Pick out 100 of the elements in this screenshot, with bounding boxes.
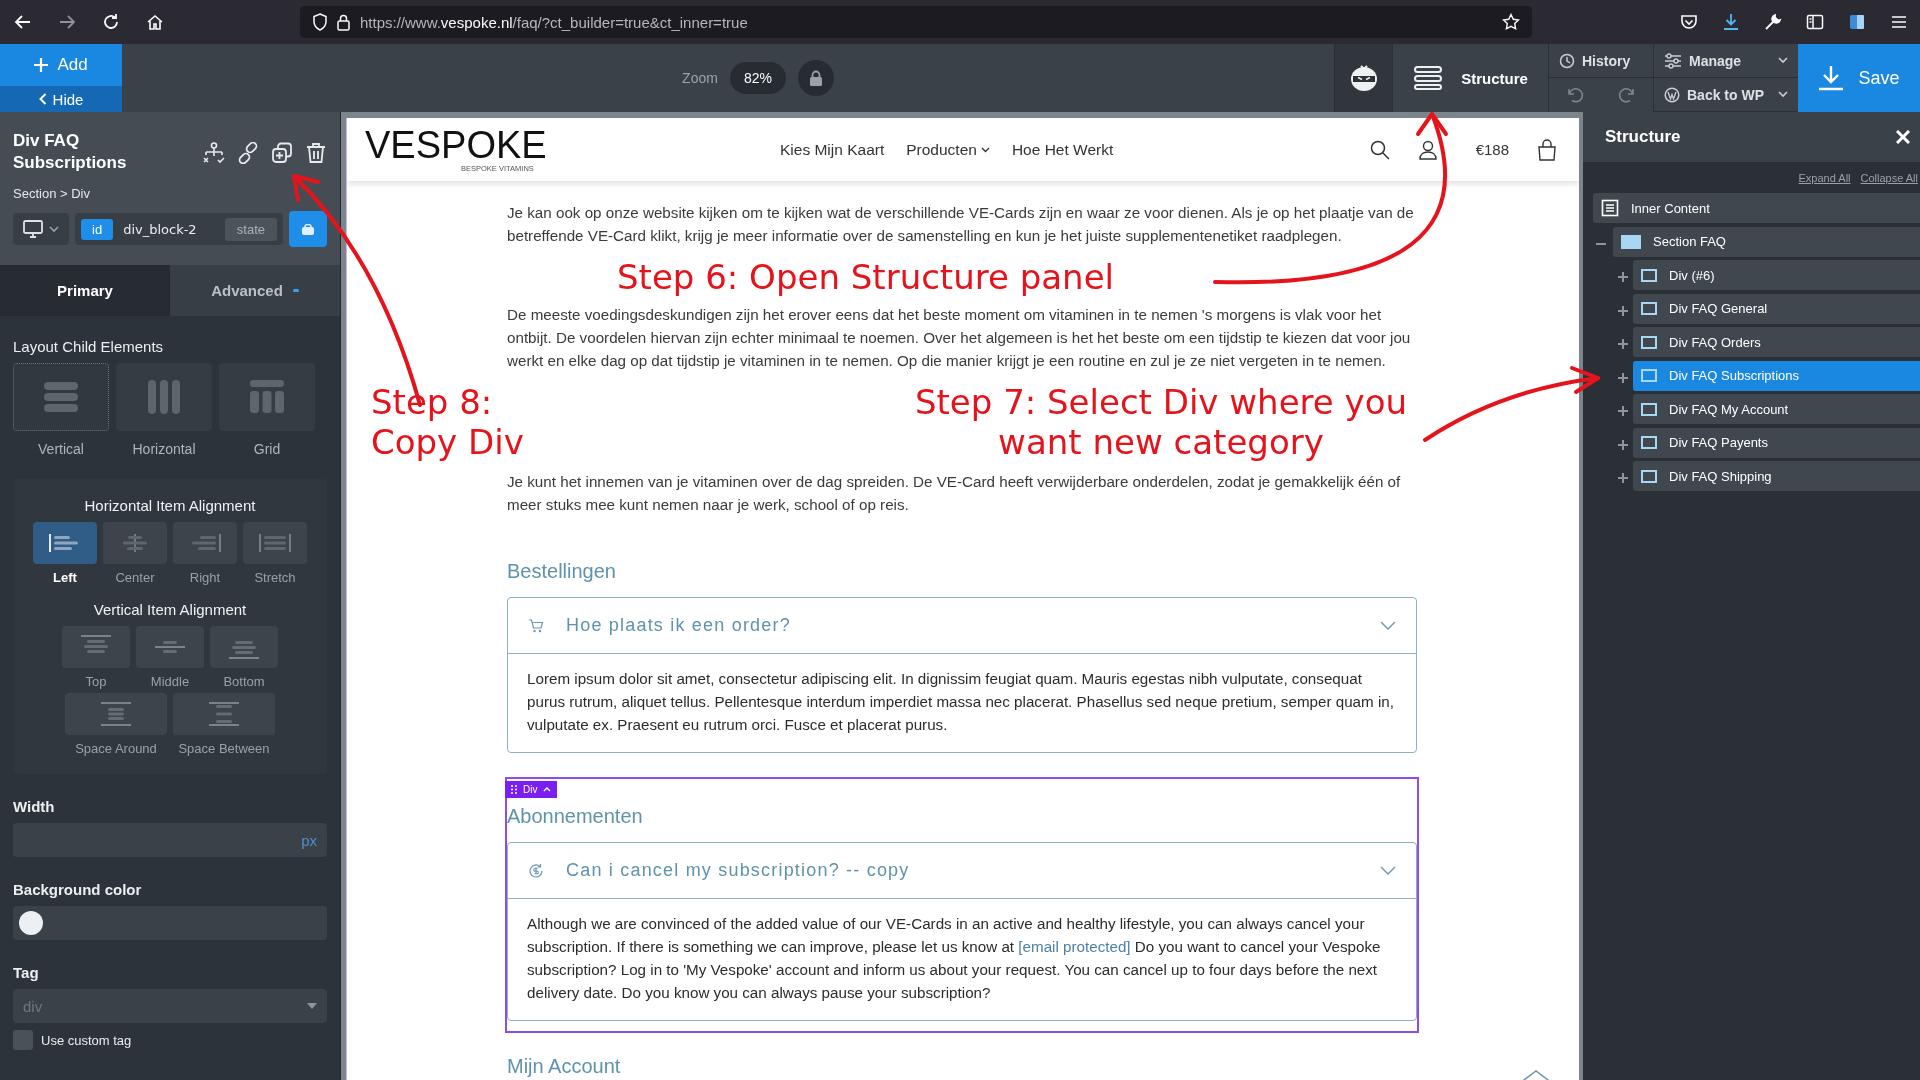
section-label: Layout Child Elements (13, 338, 165, 355)
link-icon[interactable] (237, 142, 259, 164)
category-heading: Bestellingen (507, 560, 617, 583)
chevron-down-icon (1778, 57, 1788, 64)
hide-button[interactable]: Hide (0, 86, 122, 112)
id-badge: id (81, 218, 114, 240)
shopping-bag-icon[interactable] (1537, 138, 1557, 161)
collapse-all-link[interactable]: Collapse All (1860, 172, 1918, 184)
panel-title: Structure (1605, 127, 1681, 147)
columns-icon (147, 380, 181, 414)
structure-item[interactable]: Div FAQ General (1633, 293, 1920, 324)
structure-item[interactable]: Div FAQ Orders (1633, 327, 1920, 357)
undo-icon[interactable] (1566, 87, 1584, 103)
email-link[interactable]: [email protected] (1018, 938, 1131, 955)
indicator-icon (292, 289, 299, 292)
question-text: Can i cancel my subscription? -- copy (566, 860, 910, 881)
div-icon (1641, 335, 1657, 349)
add-button[interactable]: Add (0, 44, 122, 86)
home-icon[interactable] (146, 13, 164, 31)
alignment-option-button[interactable] (62, 626, 130, 668)
annotation-text: Copy Div (371, 422, 524, 462)
nav-link[interactable]: Kies Mijn Kaart (780, 140, 885, 159)
chevron-down-icon (49, 225, 59, 233)
div-icon (1641, 268, 1657, 282)
annotation-text: Step 8: (371, 382, 494, 422)
option-label: Right (189, 570, 221, 585)
annotation-text: Step 7: Select Div where you (914, 382, 1407, 422)
menu-icon[interactable] (1890, 13, 1908, 31)
caret-icon (307, 1003, 317, 1009)
checkbox-label: Use custom tag (41, 1032, 132, 1048)
trash-icon[interactable] (305, 142, 327, 164)
alignment-option-button[interactable] (136, 626, 204, 668)
nav-link[interactable]: Producten (906, 140, 990, 159)
alignment-option-button[interactable] (243, 522, 307, 564)
wordpress-logo-icon (1664, 86, 1680, 103)
device-dropdown[interactable] (13, 213, 69, 245)
alignment-option-button[interactable] (33, 522, 97, 564)
structure-item[interactable]: Div (#6) (1633, 260, 1920, 290)
user-icon[interactable] (1417, 139, 1438, 160)
search-icon[interactable] (1369, 139, 1390, 160)
forward-icon[interactable] (58, 13, 76, 31)
star-icon[interactable] (1502, 13, 1520, 31)
drag-handle-icon (511, 785, 517, 794)
structure-item[interactable]: Inner Content (1593, 193, 1920, 223)
plus-icon (34, 58, 49, 72)
state-button[interactable]: state (224, 217, 277, 241)
answer-text: Although we are convinced of the added value of our VE-Cards in an active and healthy lifestyle, you can always cancel your subscription. If there is something we can improve, please let us know at [email protected] Do you want to cancel your Vespoke subscription? Log in to 'My Vespoke' account and inform us about your request. You can cancel up to four days before the next delivery date. Do you know you can always pause your subscription? (526, 914, 1382, 1003)
back-to-wp-button[interactable]: Back to WP (1653, 78, 1798, 112)
alignment-icon (258, 534, 292, 552)
zoom-value[interactable]: 82% (729, 62, 786, 94)
caret-icon (543, 787, 552, 792)
color-swatch-icon[interactable] (19, 911, 43, 935)
chevron-down-icon (1380, 866, 1396, 875)
alignment-option-button[interactable] (173, 693, 275, 735)
structure-item[interactable]: Div FAQ My Account (1633, 394, 1920, 424)
field-label: Tag (13, 964, 40, 981)
pocket-icon[interactable] (1680, 13, 1698, 31)
address-bar[interactable]: https://www.vespoke.nl/faq/?ct_builder=true&ct_inner=true (300, 6, 1532, 38)
chevron-left-icon (38, 93, 47, 105)
site-logo[interactable]: VESPOKE (365, 126, 665, 164)
close-icon[interactable] (1896, 130, 1910, 144)
option-label: Left (53, 570, 77, 585)
faq-category-block[interactable] (505, 777, 1419, 1033)
alignment-icon (207, 701, 241, 727)
section-label: Horizontal Item Alignment (84, 497, 256, 514)
alignment-option-button[interactable] (65, 693, 167, 735)
document-icon (1601, 199, 1619, 217)
clock-icon (1559, 52, 1575, 69)
lock-toggle-button[interactable] (289, 211, 327, 247)
properties-tab[interactable]: Primary (0, 265, 170, 316)
redo-icon[interactable] (1618, 87, 1636, 103)
option-label: Grid (253, 441, 281, 457)
cart-total: €188 (1475, 141, 1509, 158)
selection-tag[interactable]: Div (505, 781, 558, 798)
manage-button[interactable]: Manage (1653, 44, 1798, 78)
nav-link[interactable]: Hoe Het Werkt (1011, 140, 1114, 159)
selector-field[interactable]: id div_block-2 state (75, 213, 283, 245)
sidebar-icon[interactable] (1806, 13, 1824, 31)
structure-item[interactable]: Div FAQ Shipping (1633, 461, 1920, 491)
lock-button[interactable] (797, 60, 834, 96)
download-icon[interactable] (1722, 13, 1740, 31)
section-label: Vertical Item Alignment (93, 601, 247, 618)
back-icon[interactable] (14, 13, 32, 31)
save-button[interactable]: Save (1798, 44, 1920, 112)
hierarchy-icon[interactable] (203, 142, 225, 164)
structure-item[interactable]: Section FAQ (1613, 226, 1920, 257)
extension-icon[interactable] (1848, 13, 1866, 31)
wrench-icon[interactable] (1764, 13, 1782, 31)
structure-item[interactable]: Div FAQ Payents (1633, 427, 1920, 458)
properties-tab[interactable]: Advanced (170, 265, 340, 316)
color-field[interactable] (13, 906, 327, 940)
lock-icon (808, 70, 823, 86)
assistant-button[interactable] (1334, 44, 1392, 112)
alignment-option-button[interactable] (210, 626, 278, 668)
reload-icon[interactable] (102, 13, 120, 31)
checkbox[interactable] (13, 1030, 33, 1050)
duplicate-icon[interactable] (271, 142, 293, 164)
expand-all-link[interactable]: Expand All (1798, 172, 1851, 184)
question-text: Hoe plaats ik een order? (566, 615, 791, 636)
structure-item[interactable]: Div FAQ Subscriptions (1633, 360, 1920, 391)
